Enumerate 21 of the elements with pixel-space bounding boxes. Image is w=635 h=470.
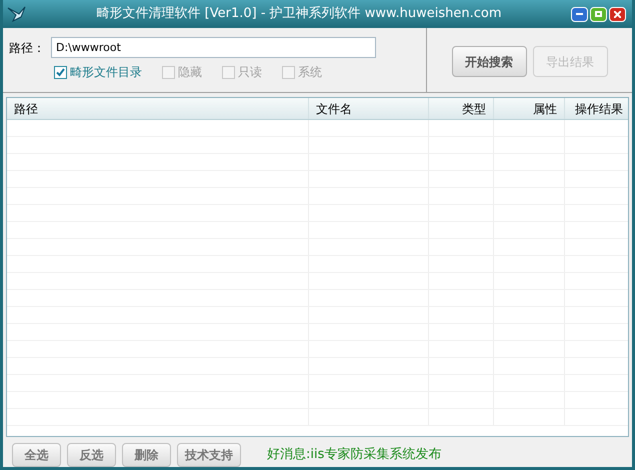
bird-icon bbox=[7, 5, 27, 23]
path-field[interactable]: D:\wwwroot bbox=[51, 37, 376, 58]
toolbar-button[interactable]: 反选 bbox=[67, 443, 116, 467]
column-header[interactable]: 文件名 bbox=[309, 98, 429, 119]
toolbar-button[interactable]: 全选 bbox=[12, 443, 61, 467]
checkbox-option[interactable]: 畸形文件目录 bbox=[54, 63, 142, 81]
path-label: 路径： bbox=[9, 40, 46, 56]
close-icon bbox=[614, 10, 621, 18]
minimize-button[interactable] bbox=[571, 6, 588, 22]
action-button[interactable]: 开始搜索 bbox=[452, 46, 526, 77]
toolbar-button[interactable]: 删除 bbox=[122, 443, 171, 467]
close-button[interactable] bbox=[609, 6, 626, 22]
column-header[interactable]: 路径 bbox=[7, 98, 309, 119]
column-header[interactable]: 类型 bbox=[429, 98, 494, 119]
column-header[interactable]: 属性 bbox=[494, 98, 565, 119]
news-link[interactable]: 好消息:iis专家防采集系统发布 bbox=[267, 445, 442, 465]
checkmark-icon bbox=[55, 66, 66, 78]
window-title: 畸形文件清理软件 [Ver1.0] - 护卫神系列软件 www.huweishen.com bbox=[96, 5, 502, 24]
maximize-button[interactable] bbox=[590, 6, 607, 22]
toolbar-button[interactable]: 技术支持 bbox=[177, 443, 241, 467]
column-header[interactable]: 操作结果 bbox=[565, 98, 628, 119]
